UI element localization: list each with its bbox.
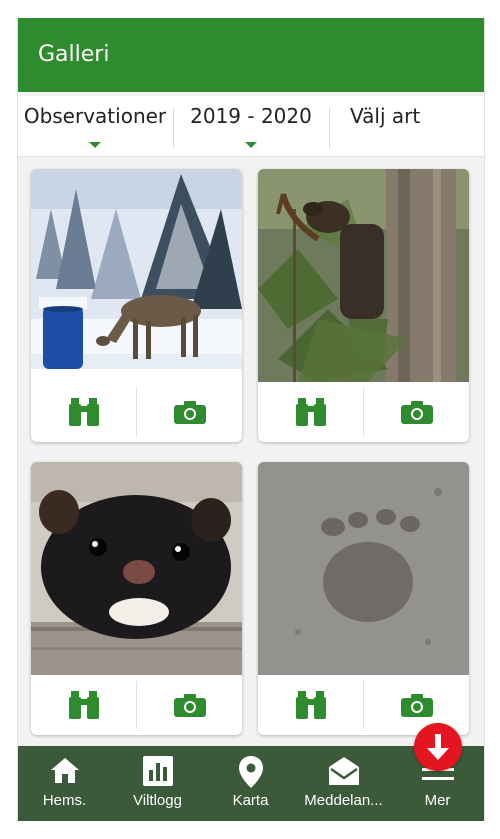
page-title: Galleri: [38, 42, 110, 67]
caret-down-icon: [245, 142, 257, 148]
nav-label: Meddelan...: [304, 792, 383, 809]
nav-label: Karta: [232, 792, 269, 809]
home-icon: [50, 758, 79, 783]
bar-chart-icon: [142, 756, 173, 786]
binoculars-icon: [295, 398, 326, 426]
nav-item-meddelanden[interactable]: Meddelan...: [297, 746, 390, 821]
camera-icon: [173, 401, 206, 424]
download-fab[interactable]: [414, 723, 462, 771]
nav-label: Hems.: [42, 792, 87, 809]
filter-label: Välj art: [350, 104, 421, 128]
nav-item-karta[interactable]: Karta: [204, 746, 297, 821]
gallery-card[interactable]: [258, 462, 469, 735]
species-filter[interactable]: Välj art: [330, 96, 484, 156]
binoculars-icon: [295, 691, 326, 719]
observe-button[interactable]: [258, 675, 363, 735]
filter-label: Observationer: [23, 104, 167, 128]
camera-icon: [400, 401, 433, 424]
photo-button[interactable]: [364, 382, 469, 442]
caret-down-icon: [89, 142, 101, 148]
observe-button[interactable]: [31, 382, 136, 442]
nav-label: Mer: [424, 792, 451, 809]
app-header: Galleri: [18, 18, 484, 92]
mink-photo[interactable]: [31, 462, 242, 675]
envelope-icon: [328, 757, 359, 785]
camera-icon: [173, 694, 206, 717]
year-filter[interactable]: 2019 - 2020: [174, 96, 328, 156]
observe-button[interactable]: [258, 382, 363, 442]
filter-label: 2019 - 2020: [190, 104, 312, 128]
nav-label: Viltlogg: [133, 792, 182, 809]
moose-in-forest-photo[interactable]: [258, 169, 469, 382]
photo-button[interactable]: [137, 382, 242, 442]
camera-icon: [400, 694, 433, 717]
card-actions: [258, 382, 469, 442]
arrow-down-icon: [427, 734, 449, 760]
gallery-card[interactable]: [31, 462, 242, 735]
photo-button[interactable]: [137, 675, 242, 735]
card-actions: [31, 675, 242, 735]
map-pin-icon: [238, 756, 263, 788]
nav-item-home[interactable]: Hems.: [18, 746, 111, 821]
gallery-card[interactable]: [258, 169, 469, 442]
observe-button[interactable]: [31, 675, 136, 735]
observations-filter[interactable]: Observationer: [18, 96, 172, 156]
gallery-card[interactable]: [31, 169, 242, 442]
binoculars-icon: [68, 398, 99, 426]
animal-track-photo[interactable]: [258, 462, 469, 675]
app-screen: Galleri Observationer 2019 - 2020 Välj a…: [17, 18, 485, 821]
filter-bar: Observationer 2019 - 2020 Välj art: [18, 96, 484, 157]
binoculars-icon: [68, 691, 99, 719]
deer-in-snow-photo[interactable]: [31, 169, 242, 382]
nav-item-viltlogg[interactable]: Viltlogg: [111, 746, 204, 821]
card-actions: [31, 382, 242, 442]
